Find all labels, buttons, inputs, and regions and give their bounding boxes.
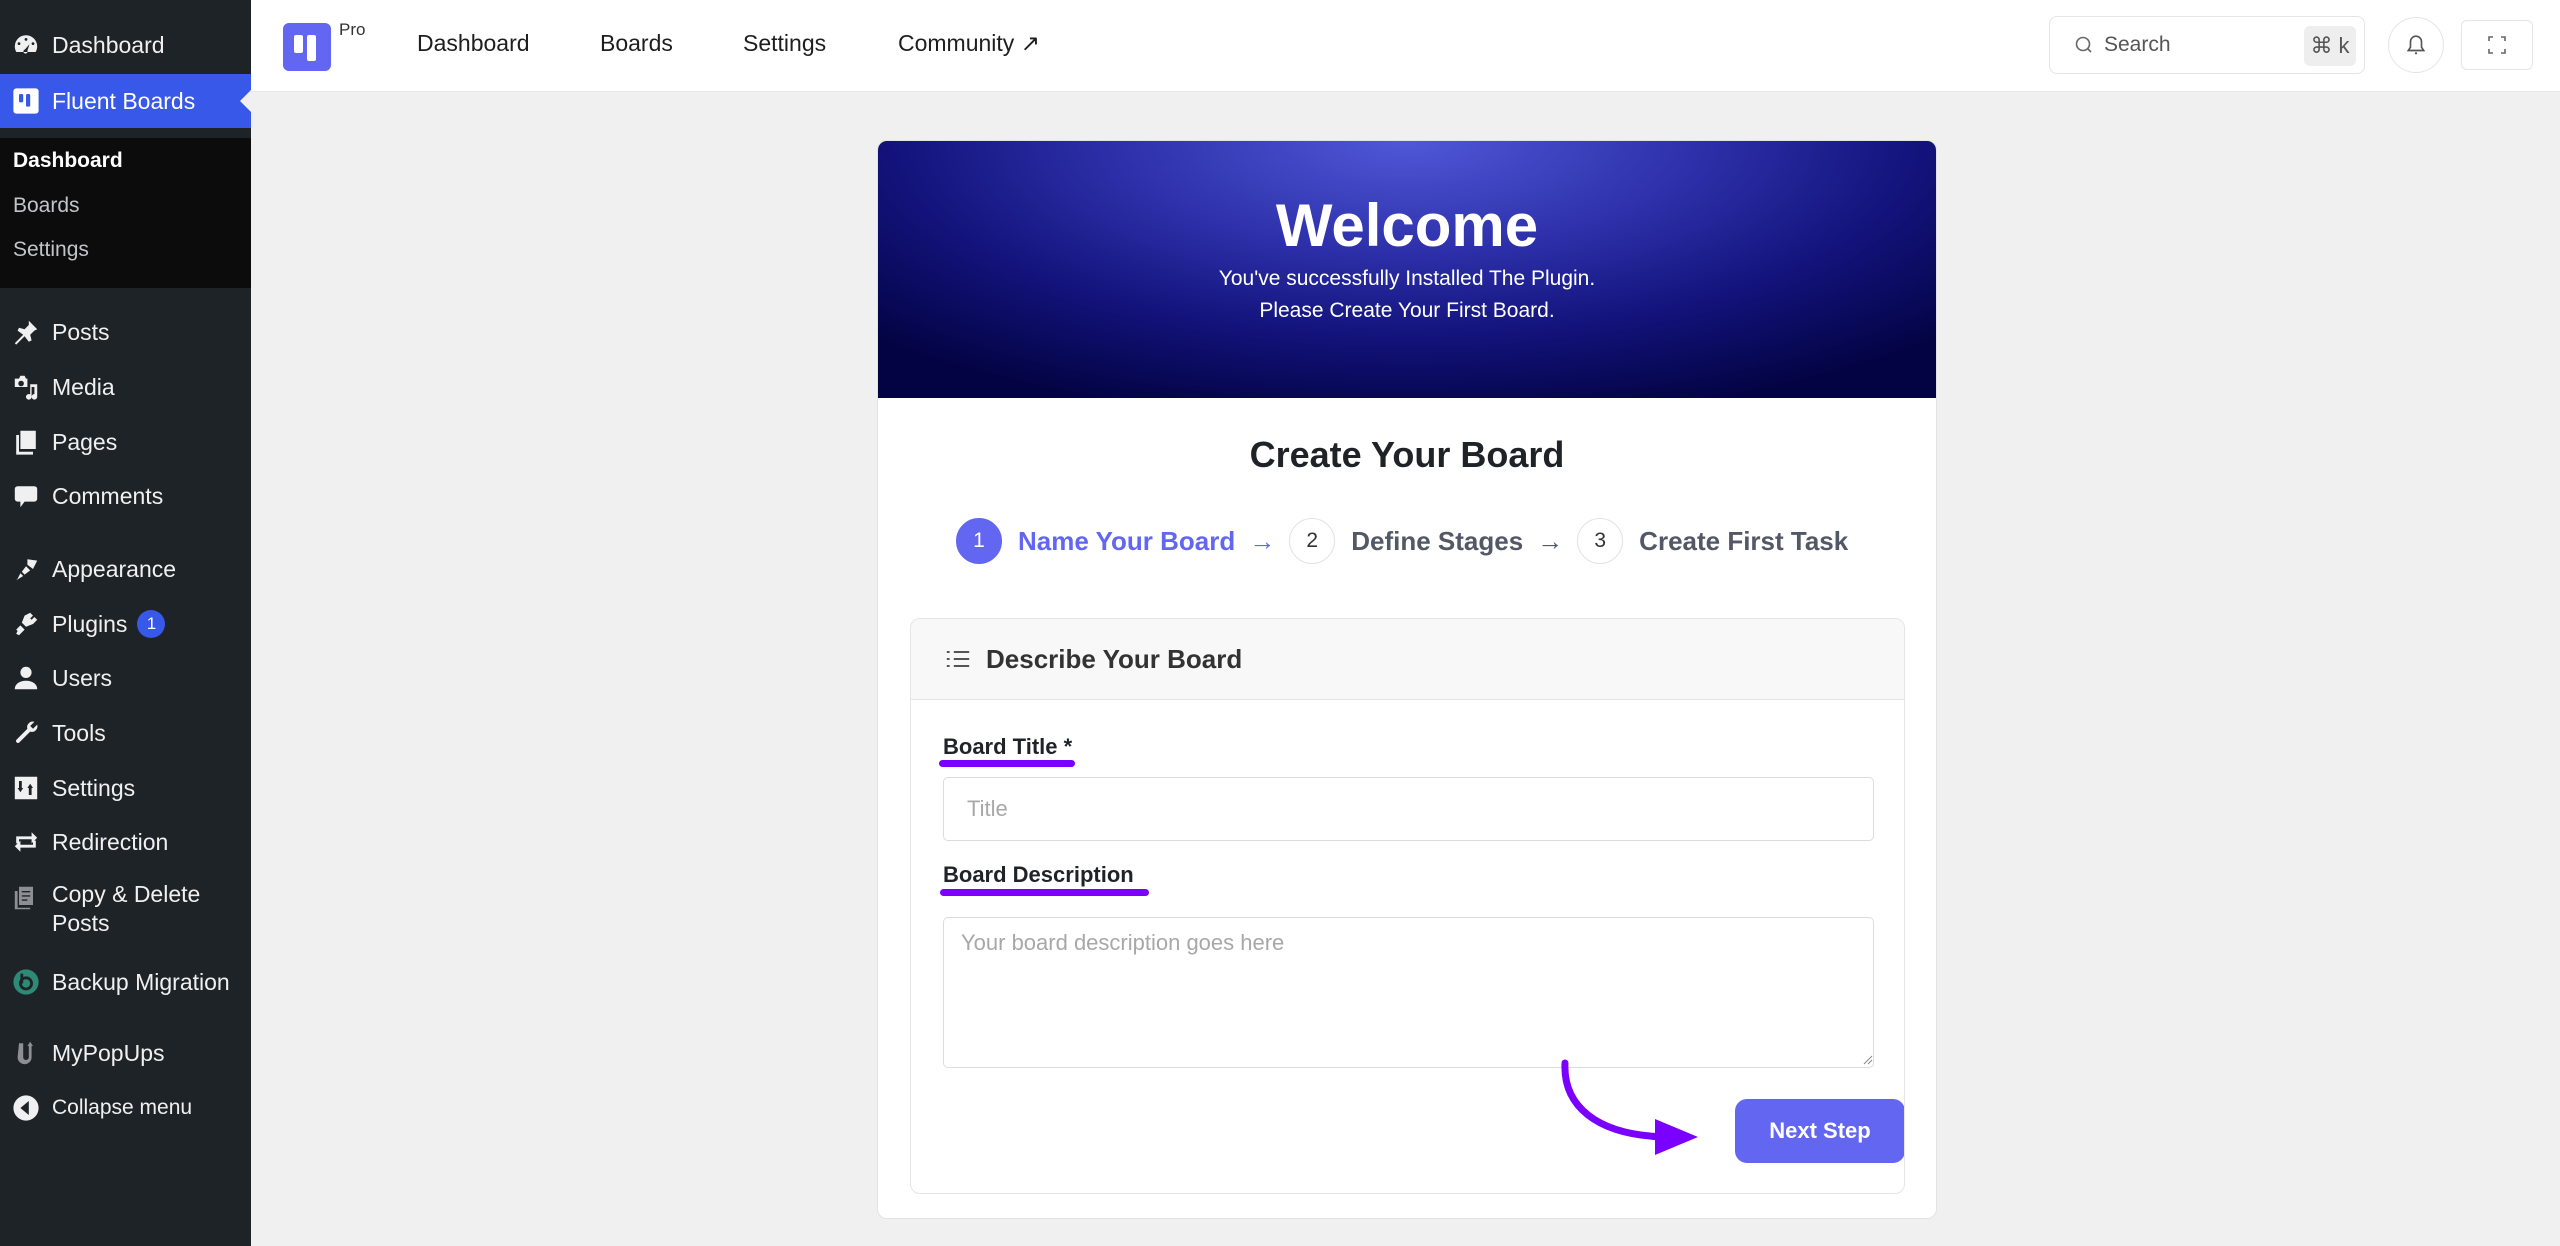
step-2-number: 2 bbox=[1289, 518, 1336, 564]
arrow-right-icon: → bbox=[1249, 525, 1276, 556]
list-icon bbox=[946, 651, 970, 667]
sidebar-item-redirection[interactable]: Redirection bbox=[0, 817, 251, 867]
sidebar-item-appearance[interactable]: Appearance bbox=[0, 544, 251, 594]
redirection-icon bbox=[0, 828, 52, 856]
plugins-update-badge: 1 bbox=[137, 610, 166, 638]
sidebar-item-label: Fluent Boards bbox=[52, 87, 196, 114]
fluent-boards-submenu: Dashboard Boards Settings bbox=[0, 138, 251, 288]
sidebar-item-label: Appearance bbox=[52, 555, 177, 582]
admin-sidebar: Dashboard Fluent Boards Dashboard Boards… bbox=[0, 0, 251, 1246]
sidebar-item-media[interactable]: Media bbox=[0, 362, 251, 412]
sidebar-item-settings[interactable]: Settings bbox=[0, 763, 251, 813]
copy-delete-icon bbox=[0, 884, 52, 912]
nav-dashboard[interactable]: Dashboard bbox=[417, 30, 530, 57]
step-3-number: 3 bbox=[1577, 518, 1624, 564]
step-2-label: Define Stages bbox=[1351, 525, 1524, 556]
step-1-label: Name Your Board bbox=[1018, 525, 1236, 556]
resize-handle-icon[interactable] bbox=[1861, 1053, 1873, 1065]
label-line-1: Copy & Delete bbox=[52, 881, 201, 907]
panel-header: Describe Your Board bbox=[911, 619, 1904, 700]
settings-icon bbox=[0, 774, 52, 802]
user-icon bbox=[0, 664, 52, 692]
welcome-subtitle-1: You've successfully Installed The Plugin… bbox=[1218, 267, 1596, 290]
fullscreen-icon bbox=[2488, 36, 2506, 54]
sidebar-item-label: Posts bbox=[52, 318, 110, 345]
arrow-right-icon: → bbox=[1537, 525, 1564, 556]
step-3-label: Create First Task bbox=[1639, 525, 1849, 556]
sidebar-item-pages[interactable]: Pages bbox=[0, 417, 251, 467]
sidebar-item-label: Plugins bbox=[52, 610, 128, 637]
search-icon bbox=[2075, 36, 2092, 53]
sidebar-item-posts[interactable]: Posts bbox=[0, 307, 251, 357]
search-placeholder: Search bbox=[2104, 33, 2171, 56]
mypopups-icon bbox=[0, 1039, 52, 1067]
nav-boards[interactable]: Boards bbox=[600, 30, 673, 57]
submenu-item-dashboard[interactable]: Dashboard bbox=[13, 149, 123, 173]
sidebar-item-backup-migration[interactable]: Backup Migration bbox=[0, 957, 251, 1007]
sidebar-item-label: Backup Migration bbox=[52, 968, 230, 995]
fluent-boards-logo[interactable] bbox=[283, 23, 331, 71]
sidebar-item-mypopups[interactable]: MyPopUps bbox=[0, 1028, 251, 1078]
stepper: 1 Name Your Board → 2 Define Stages → 3 … bbox=[956, 517, 1848, 565]
sidebar-item-label: Users bbox=[52, 664, 113, 691]
fluent-boards-icon bbox=[0, 87, 52, 115]
board-title-label: Board Title * bbox=[943, 734, 1073, 759]
nav-community[interactable]: Community ↗ bbox=[898, 30, 1040, 57]
nav-settings[interactable]: Settings bbox=[743, 30, 826, 57]
plugin-icon bbox=[0, 610, 52, 638]
annotation-arrow-icon bbox=[1561, 1059, 1698, 1155]
onboarding-card: Welcome You've successfully Installed Th… bbox=[877, 140, 1937, 1219]
fullscreen-button[interactable] bbox=[2461, 20, 2533, 70]
create-board-title: Create Your Board bbox=[1249, 434, 1565, 475]
sidebar-item-label: Pages bbox=[52, 428, 118, 455]
sidebar-item-label: Tools bbox=[52, 719, 106, 746]
sidebar-item-plugins[interactable]: Plugins 1 bbox=[0, 599, 251, 649]
sidebar-item-label: Collapse menu bbox=[52, 1096, 193, 1119]
sidebar-item-label: Settings bbox=[52, 774, 136, 801]
sidebar-item-tools[interactable]: Tools bbox=[0, 708, 251, 758]
sidebar-item-label: Media bbox=[52, 373, 115, 400]
pages-icon bbox=[0, 428, 52, 456]
welcome-title: Welcome bbox=[1275, 192, 1539, 259]
pin-icon bbox=[0, 318, 52, 346]
app-topbar: Pro Dashboard Boards Settings Community … bbox=[251, 0, 2560, 92]
media-icon bbox=[0, 373, 52, 401]
comment-icon bbox=[0, 482, 52, 510]
dashboard-icon bbox=[0, 31, 52, 59]
sidebar-item-fluent-boards[interactable]: Fluent Boards bbox=[0, 74, 251, 128]
bell-icon bbox=[2406, 35, 2426, 55]
sidebar-item-copy-delete-posts[interactable]: Copy & Delete Posts bbox=[0, 880, 251, 950]
board-title-input[interactable] bbox=[943, 777, 1874, 841]
sidebar-item-dashboard[interactable]: Dashboard bbox=[0, 20, 251, 70]
next-step-button[interactable]: Next Step bbox=[1735, 1099, 1904, 1163]
sidebar-item-users[interactable]: Users bbox=[0, 653, 251, 703]
annotation-underline bbox=[939, 760, 1075, 767]
board-description-label: Board Description bbox=[943, 862, 1134, 887]
board-description-input[interactable] bbox=[943, 917, 1874, 1068]
sidebar-item-label: Dashboard bbox=[52, 31, 165, 58]
collapse-icon bbox=[0, 1094, 52, 1122]
sidebar-item-label: Comments bbox=[52, 482, 164, 509]
sidebar-item-label: Copy & Delete Posts bbox=[52, 880, 200, 938]
submenu-item-settings[interactable]: Settings bbox=[13, 238, 89, 262]
wrench-icon bbox=[0, 719, 52, 747]
backup-icon bbox=[0, 968, 52, 996]
search-shortcut-badge: ⌘ k bbox=[2304, 26, 2356, 66]
pro-badge: Pro bbox=[339, 20, 366, 39]
welcome-banner: Welcome You've successfully Installed Th… bbox=[878, 141, 1936, 398]
sidebar-item-comments[interactable]: Comments bbox=[0, 471, 251, 521]
welcome-subtitle-2: Please Create Your First Board. bbox=[1259, 299, 1555, 322]
submenu-item-boards[interactable]: Boards bbox=[13, 194, 80, 218]
step-1-number: 1 bbox=[956, 518, 1002, 564]
sidebar-item-label: Redirection bbox=[52, 828, 169, 855]
describe-board-panel: Describe Your Board Board Title * Board … bbox=[910, 618, 1905, 1194]
collapse-menu-button[interactable]: Collapse menu bbox=[0, 1083, 251, 1133]
paintbrush-icon bbox=[0, 555, 52, 583]
annotation-underline bbox=[940, 889, 1149, 896]
sidebar-item-label: MyPopUps bbox=[52, 1039, 165, 1066]
label-line-2: Posts bbox=[52, 910, 110, 936]
panel-title: Describe Your Board bbox=[986, 643, 1243, 674]
search-box[interactable]: Search ⌘ k bbox=[2049, 16, 2365, 74]
notifications-button[interactable] bbox=[2388, 17, 2444, 73]
